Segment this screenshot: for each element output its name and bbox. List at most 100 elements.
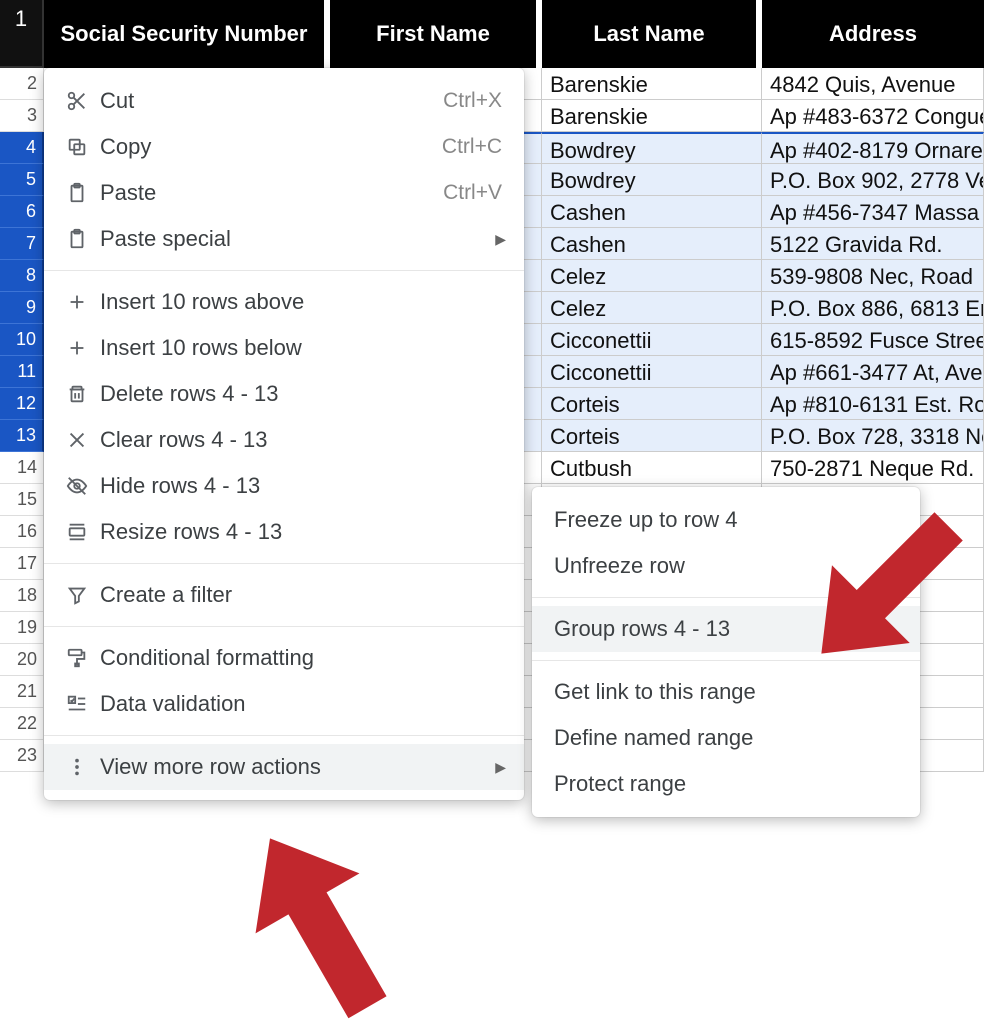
menu-label: Conditional formatting: [100, 645, 502, 671]
menu-label: Create a filter: [100, 582, 502, 608]
cell[interactable]: Ap #402-8179 Ornare R: [762, 132, 984, 164]
menu-view-more-row-actions[interactable]: View more row actions ▶: [44, 744, 524, 790]
row-header-1[interactable]: 1: [0, 0, 44, 68]
menu-copy[interactable]: Copy Ctrl+C: [44, 124, 524, 170]
shortcut-text: Ctrl+V: [443, 181, 502, 205]
row-number-2[interactable]: 2: [0, 68, 44, 100]
row-number-18[interactable]: 18: [0, 580, 44, 612]
row-number-13[interactable]: 13: [0, 420, 44, 452]
cell[interactable]: 539-9808 Nec, Road: [762, 260, 984, 292]
cell[interactable]: Cicconettii: [542, 356, 762, 388]
menu-label: Data validation: [100, 691, 502, 717]
menu-insert-rows-above[interactable]: Insert 10 rows above: [44, 279, 524, 325]
menu-label: Hide rows 4 - 13: [100, 473, 502, 499]
menu-resize-rows[interactable]: Resize rows 4 - 13: [44, 509, 524, 555]
cell[interactable]: Celez: [542, 292, 762, 324]
menu-separator: [532, 660, 920, 661]
submenu-define-named-range[interactable]: Define named range: [532, 715, 920, 761]
menu-label: Unfreeze row: [554, 553, 898, 579]
cell[interactable]: Barenskie: [542, 100, 762, 132]
menu-hide-rows[interactable]: Hide rows 4 - 13: [44, 463, 524, 509]
row-number-16[interactable]: 16: [0, 516, 44, 548]
menu-delete-rows[interactable]: Delete rows 4 - 13: [44, 371, 524, 417]
menu-create-filter[interactable]: Create a filter: [44, 572, 524, 618]
menu-separator: [44, 270, 524, 271]
row-number-8[interactable]: 8: [0, 260, 44, 292]
column-header-first-name[interactable]: First Name: [330, 0, 542, 68]
menu-separator: [44, 563, 524, 564]
menu-label: Define named range: [554, 725, 898, 751]
row-number-15[interactable]: 15: [0, 484, 44, 516]
menu-clear-rows[interactable]: Clear rows 4 - 13: [44, 417, 524, 463]
menu-paste[interactable]: Paste Ctrl+V: [44, 170, 524, 216]
menu-data-validation[interactable]: Data validation: [44, 681, 524, 727]
cell[interactable]: Barenskie: [542, 68, 762, 100]
menu-label: Freeze up to row 4: [554, 507, 898, 533]
row-number-17[interactable]: 17: [0, 548, 44, 580]
column-headers: Social Security Number First Name Last N…: [44, 0, 984, 68]
annotation-arrow-bottom: [200, 820, 440, 1036]
chevron-right-icon: ▶: [495, 231, 506, 248]
more-vertical-icon: [66, 756, 100, 778]
cell[interactable]: P.O. Box 728, 3318 Ne: [762, 420, 984, 452]
filter-icon: [66, 584, 100, 606]
row-number-19[interactable]: 19: [0, 612, 44, 644]
checklist-icon: [66, 693, 100, 715]
menu-cut[interactable]: Cut Ctrl+X: [44, 78, 524, 124]
row-number-22[interactable]: 22: [0, 708, 44, 740]
cell[interactable]: Bowdrey: [542, 164, 762, 196]
row-number-3[interactable]: 3: [0, 100, 44, 132]
cell[interactable]: Cashen: [542, 196, 762, 228]
cell[interactable]: Celez: [542, 260, 762, 292]
cell[interactable]: Corteis: [542, 420, 762, 452]
submenu-freeze[interactable]: Freeze up to row 4: [532, 497, 920, 543]
cell[interactable]: Ap #661-3477 At, Aven: [762, 356, 984, 388]
row-number-11[interactable]: 11: [0, 356, 44, 388]
row-number-5[interactable]: 5: [0, 164, 44, 196]
clipboard-icon: [66, 182, 100, 204]
menu-label: Insert 10 rows above: [100, 289, 502, 315]
cell[interactable]: Cutbush: [542, 452, 762, 484]
row-number-21[interactable]: 21: [0, 676, 44, 708]
row-number-14[interactable]: 14: [0, 452, 44, 484]
cell[interactable]: Ap #456-7347 Massa A: [762, 196, 984, 228]
submenu-unfreeze[interactable]: Unfreeze row: [532, 543, 920, 589]
cell[interactable]: P.O. Box 902, 2778 Ve: [762, 164, 984, 196]
cell[interactable]: Ap #483-6372 Congue: [762, 100, 984, 132]
cell[interactable]: Bowdrey: [542, 132, 762, 164]
submenu-protect-range[interactable]: Protect range: [532, 761, 920, 807]
menu-label: Resize rows 4 - 13: [100, 519, 502, 545]
menu-label: Paste: [100, 180, 443, 206]
column-header-ssn[interactable]: Social Security Number: [44, 0, 330, 68]
cell[interactable]: P.O. Box 886, 6813 En: [762, 292, 984, 324]
menu-conditional-formatting[interactable]: Conditional formatting: [44, 635, 524, 681]
row-number-10[interactable]: 10: [0, 324, 44, 356]
cell[interactable]: 750-2871 Neque Rd.: [762, 452, 984, 484]
column-header-last-name[interactable]: Last Name: [542, 0, 762, 68]
row-number-23[interactable]: 23: [0, 740, 44, 772]
submenu-group-rows[interactable]: Group rows 4 - 13: [532, 606, 920, 652]
menu-label: Paste special: [100, 226, 502, 252]
submenu-get-link[interactable]: Get link to this range: [532, 669, 920, 715]
plus-icon: [66, 337, 100, 359]
menu-label: Copy: [100, 134, 442, 160]
row-number-gutter: 1 234567891011121314151617181920212223: [0, 0, 44, 772]
row-number-12[interactable]: 12: [0, 388, 44, 420]
cell[interactable]: Cicconettii: [542, 324, 762, 356]
column-header-address[interactable]: Address: [762, 0, 984, 68]
row-number-20[interactable]: 20: [0, 644, 44, 676]
menu-insert-rows-below[interactable]: Insert 10 rows below: [44, 325, 524, 371]
cell[interactable]: 5122 Gravida Rd.: [762, 228, 984, 260]
copy-icon: [66, 136, 100, 158]
cell[interactable]: Cashen: [542, 228, 762, 260]
row-number-4[interactable]: 4: [0, 132, 44, 164]
resize-icon: [66, 521, 100, 543]
cell[interactable]: Corteis: [542, 388, 762, 420]
row-number-9[interactable]: 9: [0, 292, 44, 324]
cell[interactable]: 615-8592 Fusce Street: [762, 324, 984, 356]
menu-paste-special[interactable]: Paste special ▶: [44, 216, 524, 262]
cell[interactable]: 4842 Quis, Avenue: [762, 68, 984, 100]
row-number-7[interactable]: 7: [0, 228, 44, 260]
row-number-6[interactable]: 6: [0, 196, 44, 228]
cell[interactable]: Ap #810-6131 Est. Roa: [762, 388, 984, 420]
